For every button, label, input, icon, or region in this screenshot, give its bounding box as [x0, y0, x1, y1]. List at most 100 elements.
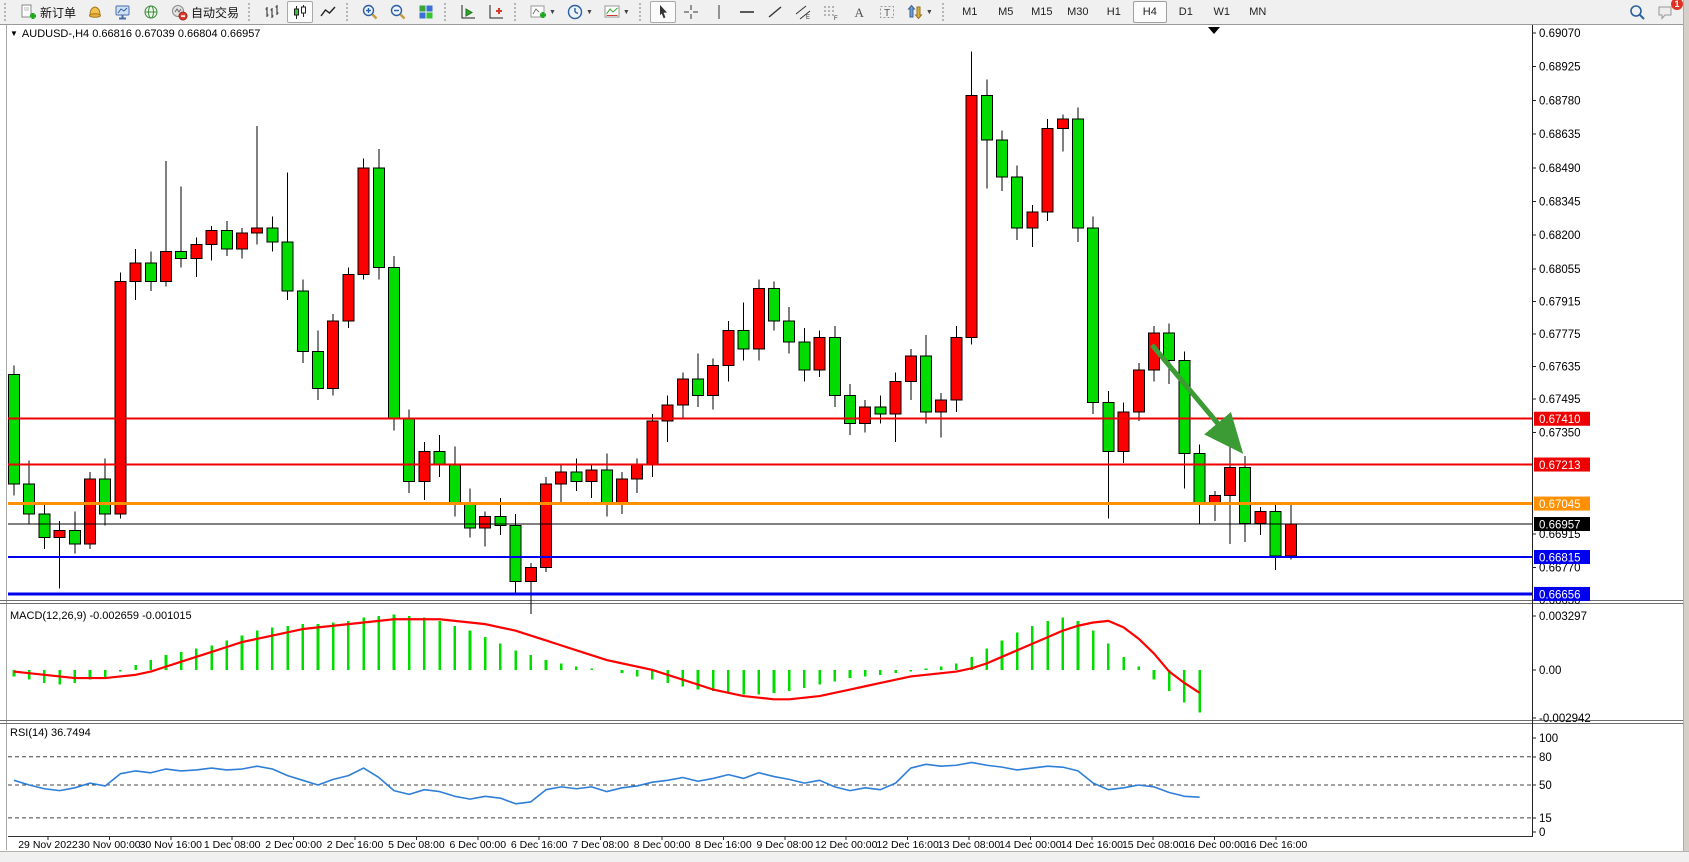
navigator-button[interactable] [138, 1, 164, 23]
cursor-icon [654, 3, 672, 21]
candle-body [677, 379, 688, 405]
tf-w1[interactable]: W1 [1205, 1, 1239, 23]
chevron-down-icon[interactable]: ▼ [549, 9, 556, 16]
trendline-button[interactable] [762, 1, 788, 23]
indicators-button[interactable]: ▼ [525, 1, 560, 23]
time-tick-label: 7 Dec 08:00 [572, 839, 629, 851]
time-tick-label: 5 Dec 08:00 [388, 839, 445, 851]
zoom-in-button[interactable] [357, 1, 383, 23]
tf-h4[interactable]: H4 [1133, 1, 1167, 23]
cursor-button[interactable] [650, 1, 676, 23]
chevron-down-icon[interactable]: ▼ [623, 9, 630, 16]
toolbar-group-handle[interactable] [514, 3, 521, 21]
toolbar-group-handle[interactable] [639, 3, 646, 21]
horizontal-line-button[interactable] [734, 1, 760, 23]
tf-m15[interactable]: M15 [1025, 1, 1059, 23]
shapes-icon [906, 3, 924, 21]
candle-body [1118, 412, 1129, 452]
candle-body [115, 282, 126, 514]
time-tick-label: 30 Nov 16:00 [140, 839, 203, 851]
symbol-ohlc-header: ▼AUDUSD-,H4 0.66816 0.67039 0.66804 0.66… [10, 28, 260, 40]
notifications-button[interactable]: 1 [1652, 1, 1678, 23]
svg-text:A: A [854, 5, 864, 20]
price-level-label: 0.66957 [1539, 520, 1581, 532]
globe-icon [142, 3, 160, 21]
market-watch-button[interactable] [82, 1, 108, 23]
candle-body [161, 251, 172, 281]
time-tick-label: 6 Dec 00:00 [449, 839, 506, 851]
periods-button[interactable]: ▼ [562, 1, 597, 23]
templates-button[interactable]: ▼ [599, 1, 634, 23]
window-right-border [1683, 0, 1689, 862]
shapes-button[interactable]: ▼ [902, 1, 937, 23]
time-tick-label: 2 Dec 16:00 [327, 839, 384, 851]
ind-plus-icon [529, 3, 547, 21]
zoom-out-button[interactable] [385, 1, 411, 23]
time-tick-label: 30 Nov 00:00 [78, 839, 141, 851]
candle-body [723, 330, 734, 365]
channel-icon: E [794, 3, 812, 21]
chart-menu-triangle[interactable]: ▼ [10, 29, 18, 38]
candle-body [54, 530, 65, 537]
rsi-tick-label: 50 [1539, 780, 1552, 792]
chart-shift-button[interactable] [483, 1, 509, 23]
bar-chart-button[interactable] [259, 1, 285, 23]
price-tick-label: 0.68345 [1539, 196, 1581, 208]
time-tick-label: 1 Dec 08:00 [204, 839, 261, 851]
candle-body [1012, 177, 1023, 228]
candle-body [632, 465, 643, 479]
time-axis[interactable]: 29 Nov 202230 Nov 00:0030 Nov 16:001 Dec… [18, 837, 1307, 851]
text-button[interactable]: A [846, 1, 872, 23]
chevron-down-icon[interactable]: ▼ [926, 9, 933, 16]
chart-canvas[interactable]: 0.690700.689250.687800.686350.684900.683… [0, 24, 1689, 862]
chart-window[interactable]: 0.690700.689250.687800.686350.684900.683… [0, 24, 1689, 862]
new-order-button-label: 新订单 [40, 4, 76, 21]
new-order-button[interactable]: 新订单 [15, 1, 80, 23]
text-label-button[interactable]: T [874, 1, 900, 23]
tile-windows-button[interactable] [413, 1, 439, 23]
price-tick-label: 0.68055 [1539, 264, 1581, 276]
candle-body [753, 289, 764, 349]
tf-mn[interactable]: MN [1241, 1, 1275, 23]
toolbar-group-handle[interactable] [248, 3, 255, 21]
toolbar-group-handle[interactable] [444, 3, 451, 21]
vertical-line-button[interactable] [706, 1, 732, 23]
search-button[interactable] [1624, 1, 1650, 23]
toolbar-group-handle[interactable] [4, 3, 11, 21]
candle-body [1133, 370, 1144, 412]
macd-indicator-label: MACD(12,26,9) -0.002659 -0.001015 [10, 610, 192, 622]
line-chart-button[interactable] [315, 1, 341, 23]
candle-body [875, 407, 886, 414]
channel-button[interactable]: E [790, 1, 816, 23]
fibo-icon: F [822, 3, 840, 21]
price-level-label: 0.67410 [1539, 414, 1581, 426]
toolbar-group-handle[interactable] [942, 3, 949, 21]
candle-body [480, 516, 491, 528]
candle-body [130, 263, 141, 282]
tf-d1[interactable]: D1 [1169, 1, 1203, 23]
time-tick-label: 12 Dec 16:00 [876, 839, 939, 851]
autotrade-icon [170, 3, 188, 21]
tf-m5[interactable]: M5 [989, 1, 1023, 23]
toolbar-group-handle[interactable] [346, 3, 353, 21]
candle-body [24, 484, 35, 514]
mt4-application-window: 新订单 自动交易 ▼ ▼ ▼ EFAT ▼ M1M5M15M30H1H4D1W1MN 1 0.6… [0, 0, 1689, 862]
tf-m30[interactable]: M30 [1061, 1, 1095, 23]
candle-body [556, 472, 567, 484]
candle-body [1285, 524, 1296, 556]
crosshair-button[interactable] [678, 1, 704, 23]
doc-plus-icon [19, 3, 37, 21]
chevron-down-icon[interactable]: ▼ [586, 9, 593, 16]
candle-body [525, 567, 536, 581]
auto-trading-button[interactable]: 自动交易 [166, 1, 243, 23]
candlestick-button[interactable] [287, 1, 313, 23]
fibonacci-button[interactable]: F [818, 1, 844, 23]
tf-h1[interactable]: H1 [1097, 1, 1131, 23]
time-tick-label: 15 Dec 08:00 [1122, 839, 1185, 851]
time-tick-label: 2 Dec 00:00 [265, 839, 322, 851]
candle-body [206, 231, 217, 245]
data-window-button[interactable] [110, 1, 136, 23]
tf-m1[interactable]: M1 [953, 1, 987, 23]
auto-scroll-button[interactable] [455, 1, 481, 23]
notification-badge: 1 [1671, 0, 1683, 10]
